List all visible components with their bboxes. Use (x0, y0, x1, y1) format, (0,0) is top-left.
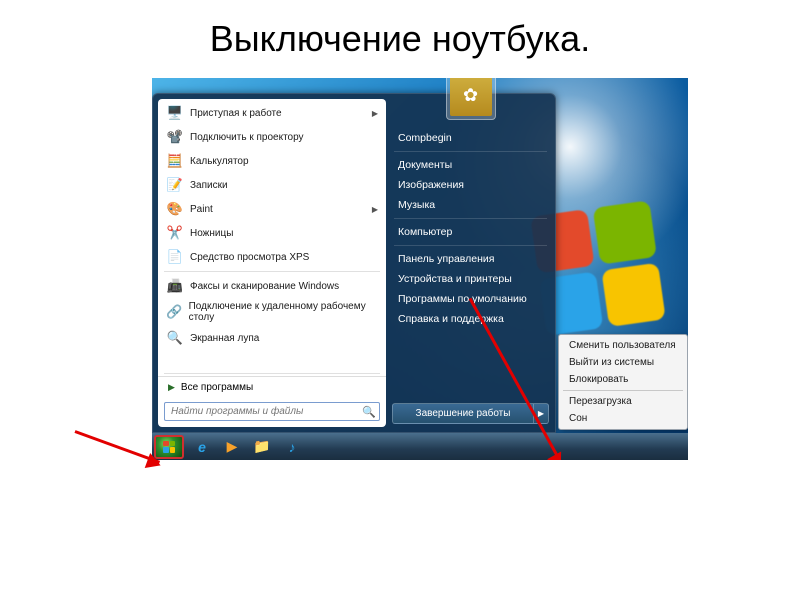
program-label: Средство просмотра XPS (190, 252, 309, 263)
program-item[interactable]: 🎨 Paint ▶ (158, 197, 386, 221)
program-icon: 🖥️ (166, 104, 184, 122)
program-icon: 🎨 (166, 200, 184, 218)
right-pane-item[interactable]: Изображения (386, 175, 555, 195)
program-item[interactable]: 📽️ Подключить к проектору (158, 125, 386, 149)
program-item[interactable]: ✂️ Ножницы (158, 221, 386, 245)
program-icon: 📄 (166, 248, 184, 266)
windows-logo-icon (163, 441, 175, 453)
divider (394, 245, 547, 246)
power-menu-item[interactable]: Блокировать (561, 371, 685, 388)
program-icon: 🔍 (166, 329, 184, 347)
program-icon: 🔗 (166, 303, 183, 321)
program-icon: 📝 (166, 176, 184, 194)
program-item[interactable]: 🧮 Калькулятор (158, 149, 386, 173)
ie-icon[interactable]: e (188, 436, 216, 458)
program-icon: 📠 (166, 277, 184, 295)
divider (394, 151, 547, 152)
media-player-icon[interactable]: ▶ (218, 436, 246, 458)
taskbar: e▶📁♪ (152, 433, 688, 460)
program-label: Подключение к удаленному рабочему столу (189, 301, 378, 323)
program-item[interactable]: 🔗 Подключение к удаленному рабочему столу (158, 298, 386, 326)
chevron-right-icon: ▶ (168, 382, 175, 393)
chevron-right-icon: ▶ (372, 205, 378, 214)
program-item[interactable]: 📠 Факсы и сканирование Windows (158, 274, 386, 298)
power-menu-item[interactable]: Сон (561, 410, 685, 427)
program-item[interactable]: 📄 Средство просмотра XPS (158, 245, 386, 269)
program-item[interactable]: 🔍 Экранная лупа (158, 326, 386, 350)
explorer-icon[interactable]: 📁 (248, 436, 276, 458)
start-menu-right-pane: ✿ CompbeginДокументыИзображенияМузыкаКом… (386, 94, 555, 432)
program-list: 🖥️ Приступая к работе ▶ 📽️ Подключить к прое… (158, 99, 386, 371)
power-menu-item[interactable]: Сменить пользователя (561, 337, 685, 354)
program-label: Ножницы (190, 228, 233, 239)
right-pane-item[interactable]: Музыка (386, 195, 555, 215)
divider (563, 390, 683, 391)
program-label: Приступая к работе (190, 108, 282, 119)
shutdown-button[interactable]: Завершение работы (392, 403, 533, 424)
program-label: Записки (190, 180, 228, 191)
start-menu-left-pane: 🖥️ Приступая к работе ▶ 📽️ Подключить к прое… (158, 99, 386, 427)
taskbar-pinned: e▶📁♪ (188, 436, 306, 458)
right-pane-item[interactable]: Compbegin (386, 128, 555, 148)
search-input[interactable] (164, 402, 380, 421)
avatar[interactable]: ✿ (446, 78, 496, 120)
power-options-menu[interactable]: Сменить пользователяВыйти из системыБлок… (558, 334, 688, 430)
screenshot-frame: 🖥️ Приступая к работе ▶ 📽️ Подключить к прое… (152, 78, 688, 460)
divider (164, 373, 380, 374)
right-pane-item[interactable]: Устройства и принтеры (386, 269, 555, 289)
program-label: Калькулятор (190, 156, 249, 167)
power-menu-item[interactable]: Перезагрузка (561, 393, 685, 410)
program-label: Paint (190, 204, 213, 215)
divider (394, 218, 547, 219)
right-pane-item[interactable]: Компьютер (386, 222, 555, 242)
program-icon: ✂️ (166, 224, 184, 242)
divider (164, 271, 380, 272)
program-icon: 🧮 (166, 152, 184, 170)
program-label: Экранная лупа (190, 333, 259, 344)
right-pane-item[interactable]: Справка и поддержка (386, 309, 555, 329)
program-icon: 📽️ (166, 128, 184, 146)
start-menu[interactable]: 🖥️ Приступая к работе ▶ 📽️ Подключить к прое… (152, 93, 556, 433)
avatar-image: ✿ (450, 78, 492, 116)
program-item[interactable]: 📝 Записки (158, 173, 386, 197)
all-programs-item[interactable]: ▶ Все программы (158, 376, 386, 398)
all-programs-label: Все программы (181, 382, 253, 393)
arrow-to-start-button (74, 430, 160, 464)
start-button[interactable] (154, 435, 184, 459)
power-menu-item[interactable]: Выйти из системы (561, 354, 685, 371)
program-label: Подключить к проектору (190, 132, 304, 143)
search-icon: 🔍 (362, 405, 376, 418)
slide-title: Выключение ноутбука. (0, 0, 800, 68)
right-pane-item[interactable]: Панель управления (386, 249, 555, 269)
chevron-right-icon: ▶ (372, 109, 378, 118)
program-item[interactable]: 🖥️ Приступая к работе ▶ (158, 101, 386, 125)
program-label: Факсы и сканирование Windows (190, 281, 339, 292)
right-pane-item[interactable]: Документы (386, 155, 555, 175)
itunes-icon[interactable]: ♪ (278, 436, 306, 458)
